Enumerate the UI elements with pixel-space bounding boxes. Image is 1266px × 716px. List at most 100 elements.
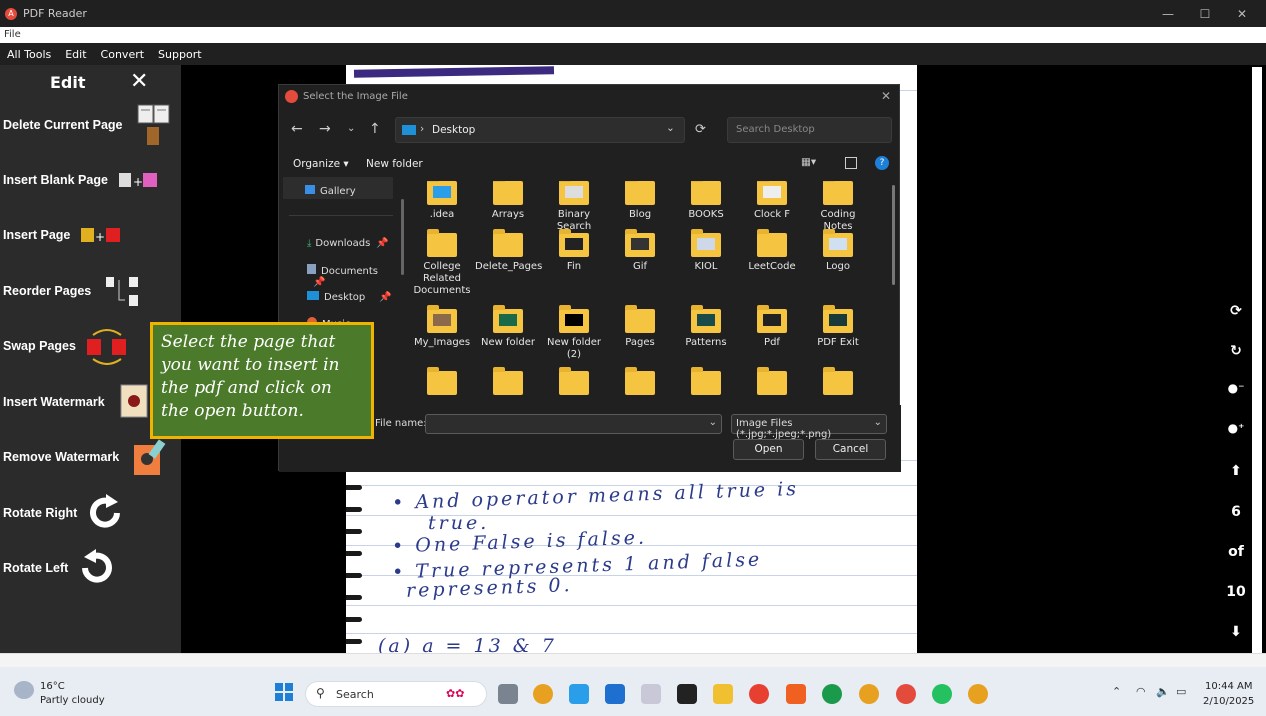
vertical-scrollbar[interactable] (1252, 67, 1262, 653)
folder-item[interactable]: New folder (2) (541, 305, 607, 361)
folder-item[interactable]: BOOKS (673, 181, 739, 221)
rotate-right-button[interactable]: Rotate Right (3, 506, 77, 520)
folder-item[interactable] (739, 367, 805, 399)
horizontal-scrollbar[interactable] (0, 653, 1266, 667)
folder-item[interactable] (607, 367, 673, 399)
delete-current-page-button[interactable]: Delete Current Page (3, 118, 122, 132)
folder-item[interactable]: Logo (805, 229, 871, 273)
folder-item[interactable]: Arrays (475, 181, 541, 221)
remove-watermark-button[interactable]: Remove Watermark (3, 450, 119, 464)
windows-start-icon[interactable] (275, 683, 293, 701)
folder-item[interactable]: College Related Documents (409, 229, 475, 297)
refresh-icon[interactable]: ↻ (1221, 343, 1251, 359)
folder-item[interactable]: Fin (541, 229, 607, 273)
recent-locations-icon[interactable]: ⌄ (347, 123, 355, 134)
folder-item[interactable]: Binary Search (541, 181, 607, 233)
insert-blank-page-button[interactable]: Insert Blank Page (3, 173, 108, 187)
rotate-left-button[interactable]: Rotate Left (3, 561, 68, 575)
insert-watermark-button[interactable]: Insert Watermark (3, 395, 105, 409)
folder-item[interactable]: Coding Notes (805, 181, 871, 233)
help-icon[interactable]: ? (875, 156, 889, 170)
wifi-icon[interactable]: ◠ (1136, 685, 1146, 698)
nav-item-desktop[interactable]: Desktop 📌 (307, 291, 392, 303)
volume-icon[interactable]: 🔈 (1156, 685, 1170, 698)
folder-item[interactable]: PDF Exit (805, 305, 871, 349)
rotate-left-icon[interactable] (78, 549, 116, 587)
chrome-profile-icon[interactable] (859, 684, 879, 704)
folder-item[interactable]: New folder (475, 305, 541, 349)
taskbar-search[interactable]: ⚲ Search ✿✿ (305, 681, 487, 707)
file-name-dropdown-icon[interactable]: ⌄ (709, 417, 717, 428)
nav-scrollbar[interactable] (401, 199, 404, 275)
folder-item[interactable]: Patterns (673, 305, 739, 349)
chrome-profile-icon[interactable] (968, 684, 988, 704)
green-app-icon[interactable] (822, 684, 842, 704)
menu-all-tools[interactable]: All Tools (0, 48, 58, 61)
folder-item[interactable] (673, 367, 739, 399)
file-explorer-icon[interactable] (713, 684, 733, 704)
notes-app-icon[interactable] (569, 684, 589, 704)
battery-icon[interactable]: ▭ (1176, 685, 1186, 698)
delete-page-icon[interactable] (137, 103, 171, 147)
up-arrow-icon[interactable]: ↑ (369, 121, 381, 137)
nav-item-gallery[interactable]: Gallery (305, 185, 356, 197)
folder-item[interactable] (805, 367, 871, 399)
folder-item[interactable] (475, 367, 541, 399)
remove-watermark-icon[interactable] (133, 439, 169, 477)
insert-page-icon[interactable]: + (80, 226, 124, 246)
page-down-icon[interactable]: ⬇ (1221, 624, 1251, 640)
nav-item-downloads[interactable]: ⤓ Downloads 📌 (307, 238, 389, 249)
reorder-pages-icon[interactable] (105, 276, 141, 308)
folder-item[interactable] (409, 367, 475, 399)
vscode-icon[interactable] (605, 684, 625, 704)
task-view-icon[interactable] (498, 684, 518, 704)
forward-arrow-icon[interactable]: → (319, 121, 331, 137)
dialog-close-icon[interactable]: ✕ (881, 89, 891, 103)
refresh-icon[interactable]: ⟳ (695, 122, 706, 137)
pycharm-icon[interactable] (677, 684, 697, 704)
chrome-icon[interactable] (533, 684, 553, 704)
folder-item[interactable]: Clock F (739, 181, 805, 221)
page-up-icon[interactable]: ⬆ (1221, 463, 1251, 479)
tray-chevron-icon[interactable]: ⌃ (1112, 685, 1121, 698)
file-list-scrollbar[interactable] (892, 185, 895, 285)
pdf-reader-taskbar-icon[interactable] (896, 684, 916, 704)
weather-icon[interactable] (14, 681, 34, 699)
wps-office-icon[interactable] (749, 684, 769, 704)
cancel-button[interactable]: Cancel (815, 439, 886, 460)
folder-item[interactable]: My_Images (409, 305, 475, 349)
organize-button[interactable]: Organize ▾ (293, 158, 349, 170)
address-bar[interactable]: › Desktop ⌄ (395, 117, 685, 143)
insert-page-button[interactable]: Insert Page (3, 228, 70, 242)
view-options-icon[interactable]: ▦▾ (801, 156, 816, 168)
rotate-clockwise-icon[interactable]: ⟳ (1221, 303, 1251, 319)
back-arrow-icon[interactable]: ← (291, 121, 303, 137)
zoom-out-icon[interactable]: ●⁻ (1221, 381, 1251, 395)
swap-pages-icon[interactable] (85, 327, 129, 365)
zoom-in-icon[interactable]: ●⁺ (1221, 421, 1251, 435)
folder-item[interactable]: LeetCode (739, 229, 805, 273)
file-type-select[interactable]: Image Files (*.jpg;*.jpeg;*.png) ⌄ (731, 414, 887, 440)
preview-pane-icon[interactable] (845, 157, 857, 169)
edit-panel-close-icon[interactable]: ✕ (130, 69, 148, 94)
snipping-tool-icon[interactable] (641, 684, 661, 704)
file-name-input[interactable]: ⌄ (425, 414, 722, 434)
insert-blank-page-icon[interactable]: + (118, 171, 160, 191)
close-window-button[interactable]: ✕ (1224, 0, 1260, 27)
brave-browser-icon[interactable] (786, 684, 806, 704)
folder-item[interactable]: Delete_Pages (475, 229, 542, 273)
menu-support[interactable]: Support (151, 48, 208, 61)
weather-desc[interactable]: Partly cloudy (40, 695, 105, 706)
maximize-button[interactable]: ☐ (1187, 0, 1223, 27)
folder-item[interactable]: Pages (607, 305, 673, 349)
rotate-right-icon[interactable] (86, 494, 124, 532)
nav-item-documents[interactable]: Documents📌 (307, 264, 395, 288)
folder-item[interactable]: Blog (607, 181, 673, 221)
folder-item[interactable]: .idea (409, 181, 475, 221)
folder-item[interactable]: KIOL (673, 229, 739, 273)
swap-pages-button[interactable]: Swap Pages (3, 339, 76, 353)
clock-date[interactable]: 2/10/2025 (1203, 696, 1254, 707)
folder-item[interactable]: Pdf (739, 305, 805, 349)
new-folder-button[interactable]: New folder (366, 158, 423, 170)
menu-convert[interactable]: Convert (94, 48, 152, 61)
